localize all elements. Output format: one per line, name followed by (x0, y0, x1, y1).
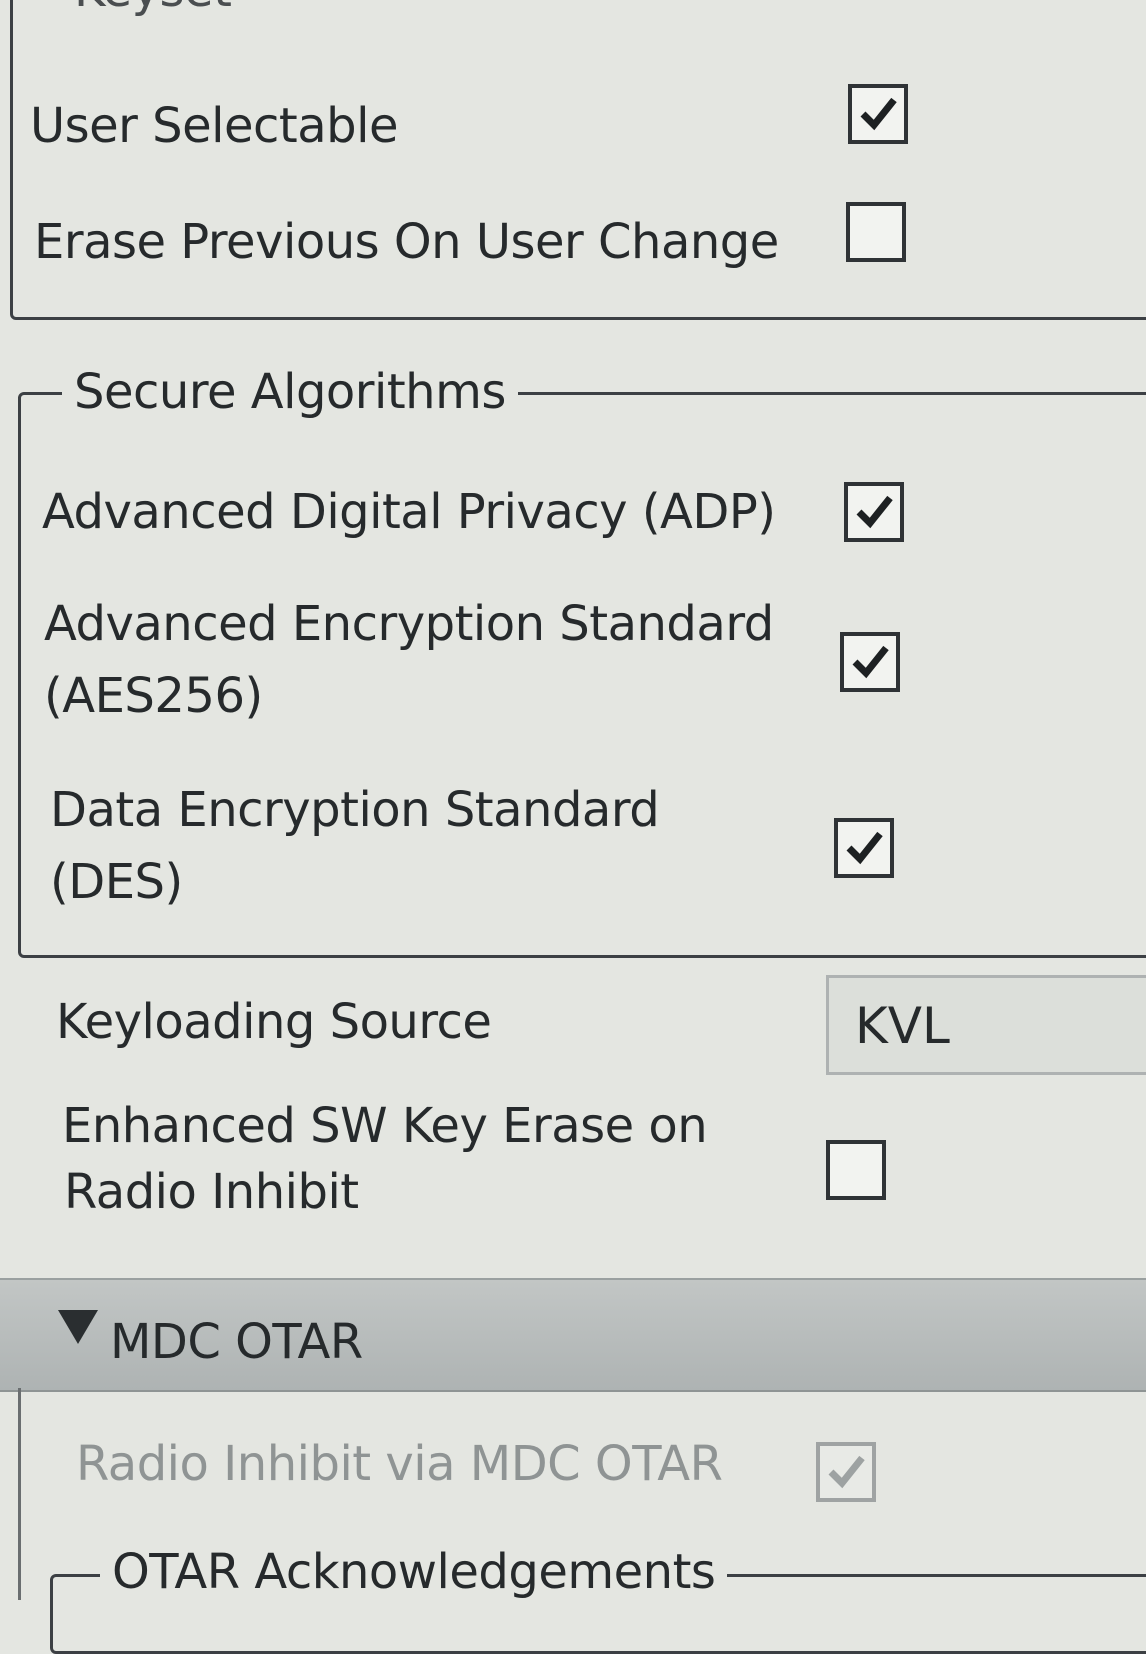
checkmark-icon (860, 97, 897, 131)
checkmark-icon (852, 645, 889, 679)
aes-checkbox[interactable] (840, 632, 900, 692)
des-label-line1: Data Encryption Standard (50, 782, 660, 838)
erase-previous-checkbox[interactable] (846, 202, 906, 262)
aes-label-line2: (AES256) (44, 668, 263, 724)
enhanced-erase-label-line1: Enhanced SW Key Erase on (62, 1098, 708, 1154)
user-selectable-label: User Selectable (30, 98, 399, 154)
collapse-triangle-icon[interactable] (58, 1310, 98, 1344)
keyset-legend: Keyset (62, 0, 244, 18)
aes-label-line1: Advanced Encryption Standard (44, 596, 774, 652)
mdc-otar-content-border (18, 1388, 21, 1600)
enhanced-erase-checkbox[interactable] (826, 1140, 886, 1200)
keyloading-source-label: Keyloading Source (56, 994, 492, 1050)
adp-checkbox[interactable] (844, 482, 904, 542)
radio-inhibit-otar-label: Radio Inhibit via MDC OTAR (76, 1436, 723, 1492)
keyloading-source-dropdown[interactable]: KVL (826, 975, 1146, 1075)
des-checkbox[interactable] (834, 818, 894, 878)
otar-ack-legend: OTAR Acknowledgements (100, 1544, 728, 1600)
radio-inhibit-otar-checkbox[interactable] (816, 1442, 876, 1502)
enhanced-erase-label-line2: Radio Inhibit (64, 1164, 359, 1220)
secure-algorithms-legend: Secure Algorithms (62, 364, 518, 420)
keyloading-source-value: KVL (855, 997, 950, 1055)
erase-previous-label: Erase Previous On User Change (34, 214, 779, 270)
adp-label: Advanced Digital Privacy (ADP) (42, 484, 776, 540)
keyset-group (10, 0, 1146, 320)
user-selectable-checkbox[interactable] (848, 84, 908, 144)
checkmark-icon (828, 1455, 865, 1489)
checkmark-icon (856, 495, 893, 529)
mdc-otar-title: MDC OTAR (110, 1314, 363, 1370)
des-label-line2: (DES) (50, 854, 183, 910)
checkmark-icon (846, 831, 883, 865)
